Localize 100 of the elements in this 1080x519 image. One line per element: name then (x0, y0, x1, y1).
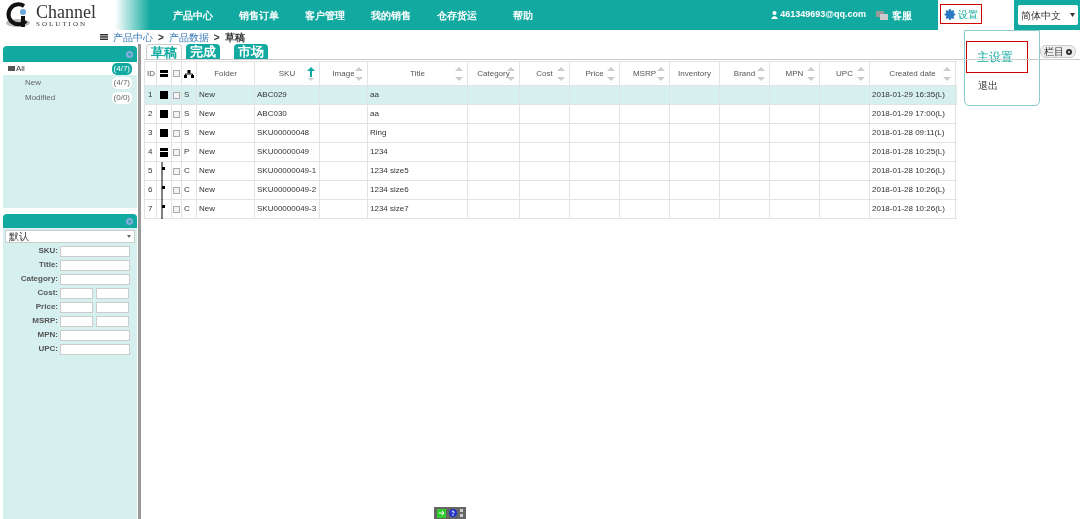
table-cell: 2018-01-28 09:11(L) (870, 124, 956, 142)
column-header[interactable]: Brand (720, 62, 770, 85)
table-cell: 2018-01-28 10:26(L) (870, 200, 956, 218)
row-checkbox[interactable] (173, 129, 180, 137)
range-max-field[interactable] (96, 301, 129, 313)
menu-icon[interactable] (100, 34, 108, 40)
square-icon (160, 70, 168, 77)
sort-icon[interactable] (943, 67, 951, 81)
menu-item[interactable]: 退出 (966, 73, 1038, 97)
square-icon (160, 110, 168, 118)
table-cell: 2018-01-28 10:26(L) (870, 181, 956, 199)
columns-button[interactable]: 栏目 (1040, 45, 1076, 58)
column-header[interactable]: SKU (255, 62, 320, 85)
export-icon[interactable] (437, 508, 446, 518)
folder-item[interactable]: All (4/7) (3, 62, 137, 75)
column-header[interactable]: UPC (820, 62, 870, 85)
language-select[interactable]: 简体中文 (1018, 5, 1078, 25)
table-cell: S (182, 105, 197, 123)
row-checkbox[interactable] (173, 186, 180, 194)
range-max-field[interactable] (96, 315, 129, 327)
row-checkbox[interactable] (173, 110, 180, 118)
filter-label: MSRP: (31, 315, 58, 327)
table-cell: S (182, 124, 197, 142)
table-cell: SKU00000049-3 (255, 200, 320, 218)
table-cell: C (182, 181, 197, 199)
table-cell: SKU00000049-1 (255, 162, 320, 180)
table-cell: New (197, 86, 255, 104)
sort-icon[interactable] (757, 67, 765, 81)
row-checkbox[interactable] (173, 148, 180, 156)
sort-ascending-icon[interactable] (307, 67, 315, 81)
table-row[interactable]: 1 S New ABC029 aa 2018-01-29 16:35(L) (145, 86, 957, 105)
sort-icon[interactable] (557, 67, 565, 81)
breadcrumb-text: > (213, 30, 220, 45)
table-cell: 7 (145, 200, 157, 218)
column-header[interactable]: Price (570, 62, 620, 85)
filter-label: MPN: (36, 329, 58, 341)
filter-label: Category: (19, 273, 58, 285)
breadcrumb-text: > (158, 30, 164, 45)
row-checkbox[interactable] (173, 91, 180, 99)
filter-field[interactable] (60, 259, 130, 271)
resize-handle-icon[interactable] (460, 509, 463, 517)
sort-icon[interactable] (355, 67, 363, 81)
table-row[interactable]: 2 S New ABC030 aa 2018-01-29 17:00(L) (145, 105, 957, 124)
range-min-field[interactable] (60, 287, 93, 299)
column-header[interactable]: ID (145, 62, 157, 85)
column-header[interactable]: MSRP (620, 62, 670, 85)
range-max-field[interactable] (96, 287, 129, 299)
table-row[interactable]: 5 C New SKU00000049-1 1234 size5 2018-01-28 10:26(L) (145, 162, 957, 181)
column-header[interactable]: Title (368, 62, 468, 85)
table-cell: New (197, 124, 255, 142)
table-cell: C (182, 162, 197, 180)
range-min-field[interactable] (60, 301, 93, 313)
table-cell: SKU00000049-2 (255, 181, 320, 199)
breadcrumb-link[interactable]: 产品中心 (113, 29, 153, 45)
table-cell: C (182, 200, 197, 218)
table-cell: 2018-01-29 17:00(L) (870, 105, 956, 123)
folder-item[interactable]: New (4/7) (3, 75, 137, 90)
select-all-checkbox[interactable] (173, 70, 180, 77)
table-row[interactable]: 4 P New SKU00000049 1234 2018-01-28 10:25(L) (145, 143, 957, 162)
hierarchy-icon (184, 69, 194, 78)
sort-icon[interactable] (857, 67, 865, 81)
folder-count: (4/7) (111, 76, 132, 89)
filter-field[interactable] (60, 343, 130, 355)
sort-icon[interactable] (657, 67, 665, 81)
column-header[interactable]: Cost (520, 62, 570, 85)
breadcrumb-link[interactable]: 产品数据 (168, 29, 209, 45)
table-cell: S (182, 86, 197, 104)
folder-item[interactable]: Modified (0/0) (3, 90, 137, 105)
table-cell: Ring (368, 124, 468, 142)
folder-label: Modified (25, 91, 56, 104)
column-header[interactable]: Category (468, 62, 520, 85)
column-header[interactable]: Image (320, 62, 368, 85)
caret-icon (1070, 13, 1075, 17)
table-row[interactable]: 6 C New SKU00000049-2 1234 size6 2018-01-28 10:26(L) (145, 181, 957, 200)
table-cell: 6 (145, 181, 157, 199)
column-header[interactable]: MPN (770, 62, 820, 85)
folder-label: All (8, 62, 25, 75)
filter-label: Price: (34, 301, 58, 313)
filter-field[interactable] (60, 273, 130, 285)
folder-count: (4/7) (111, 62, 132, 75)
table-cell: New (197, 162, 255, 180)
preset-select[interactable]: 默认 (5, 230, 135, 243)
sort-icon[interactable] (807, 67, 815, 81)
sort-icon[interactable] (455, 67, 463, 81)
sort-icon[interactable] (607, 67, 615, 81)
filter-field[interactable] (60, 245, 130, 257)
column-header[interactable]: Inventory (670, 62, 720, 85)
row-checkbox[interactable] (173, 205, 180, 213)
table-cell: SKU00000049 (255, 143, 320, 161)
folder-label: New (25, 76, 41, 89)
table-row[interactable]: 3 S New SKU00000048 Ring 2018-01-28 09:11(L) (145, 124, 957, 143)
range-min-field[interactable] (60, 315, 93, 327)
table-cell: 2 (145, 105, 157, 123)
help-icon[interactable] (449, 509, 457, 517)
table-cell: New (197, 143, 255, 161)
column-header[interactable]: Created date (870, 62, 956, 85)
row-checkbox[interactable] (173, 167, 180, 175)
table-row[interactable]: 7 C New SKU00000049-3 1234 size7 2018-01-28 10:26(L) (145, 200, 957, 219)
filter-field[interactable] (60, 329, 130, 341)
column-header[interactable]: Folder (197, 62, 255, 85)
